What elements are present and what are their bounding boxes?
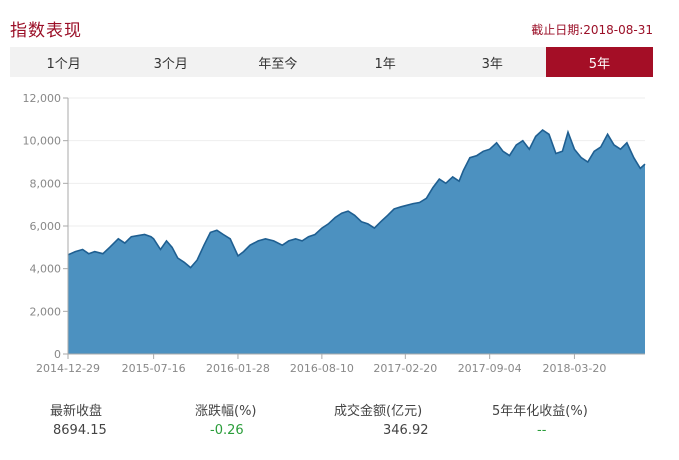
tab-1-month[interactable]: 1个月 [10, 47, 117, 77]
tab-3-years[interactable]: 3年 [439, 47, 546, 77]
stat-label-latest-close: 最新收盘 [50, 404, 103, 419]
stat-value-turnover: 346.92 [383, 423, 429, 438]
x-tick-label: 2018-03-20 [542, 362, 606, 375]
period-tabs: 1个月 3个月 年至今 1年 3年 5年 [10, 47, 654, 77]
stat-value-annualized-return: -- [537, 423, 547, 438]
index-performance-chart: 0 2,000 4,000 6,000 8,000 10,000 12,000 2014-12… [23, 92, 646, 375]
x-tick-label: 2014-12-29 [36, 362, 100, 375]
x-tick-label: 2016-01-28 [206, 362, 270, 375]
y-tick-label: 0 [54, 348, 61, 361]
x-tick-label: 2015-07-16 [122, 362, 186, 375]
stat-label-change-pct: 涨跌幅(%) [195, 404, 257, 419]
stat-label-annualized-return: 5年年化收益(%) [492, 404, 588, 419]
tab-1-year[interactable]: 1年 [332, 47, 439, 77]
x-tick-label: 2016-08-10 [290, 362, 354, 375]
tab-ytd[interactable]: 年至今 [224, 47, 331, 77]
stat-value-latest-close: 8694.15 [53, 423, 107, 438]
y-tick-label: 6,000 [30, 220, 62, 233]
y-tick-label: 8,000 [30, 177, 62, 190]
as-of-date: 截止日期:2018-08-31 [531, 23, 653, 37]
area-layer [67, 128, 646, 354]
stat-value-change-pct: -0.26 [210, 423, 244, 438]
tab-5-years[interactable]: 5年 [545, 47, 654, 77]
x-tick-label: 2017-09-04 [458, 362, 522, 375]
series-area [68, 130, 645, 354]
stat-label-turnover: 成交金额(亿元) [334, 404, 423, 419]
page-title: 指数表现 [10, 21, 82, 41]
y-tick-label: 10,000 [23, 135, 62, 148]
y-tick-label: 12,000 [23, 92, 62, 105]
x-tick-label: 2017-02-20 [373, 362, 437, 375]
y-tick-label: 4,000 [30, 263, 62, 276]
stats-panel: 最新收盘 涨跌幅(%) 成交金额(亿元) 5年年化收益(%) 8694.15 -… [0, 398, 679, 450]
y-tick-label: 2,000 [30, 305, 62, 318]
tab-3-months[interactable]: 3个月 [117, 47, 224, 77]
